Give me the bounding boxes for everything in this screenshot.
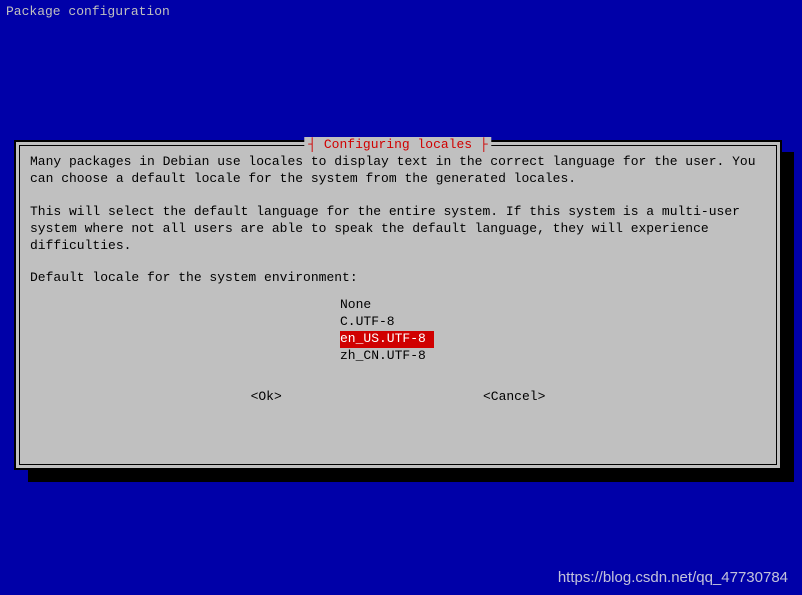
locale-option-none[interactable]: None xyxy=(340,297,371,314)
watermark-text: https://blog.csdn.net/qq_47730784 xyxy=(558,568,788,588)
page-header: Package configuration xyxy=(0,0,802,25)
locale-option-c-utf8[interactable]: C.UTF-8 xyxy=(340,314,395,331)
cancel-button[interactable]: <Cancel> xyxy=(483,389,545,406)
dialog-title: ┤ Configuring locales ├ xyxy=(304,137,491,154)
dialog-paragraph-2: This will select the default language fo… xyxy=(30,204,766,255)
config-dialog: ┤ Configuring locales ├ Many packages in… xyxy=(14,140,782,470)
dialog-button-row: <Ok> <Cancel> xyxy=(30,389,766,406)
locale-option-en-us-utf8[interactable]: en_US.UTF-8 xyxy=(340,331,434,348)
ok-button[interactable]: <Ok> xyxy=(251,389,282,406)
locale-options-list: None C.UTF-8 en_US.UTF-8 zh_CN.UTF-8 xyxy=(340,297,766,365)
dialog-inner-frame: ┤ Configuring locales ├ Many packages in… xyxy=(19,145,777,465)
dialog-prompt: Default locale for the system environmen… xyxy=(30,270,766,287)
locale-option-zh-cn-utf8[interactable]: zh_CN.UTF-8 xyxy=(340,348,426,365)
dialog-paragraph-1: Many packages in Debian use locales to d… xyxy=(30,154,766,188)
